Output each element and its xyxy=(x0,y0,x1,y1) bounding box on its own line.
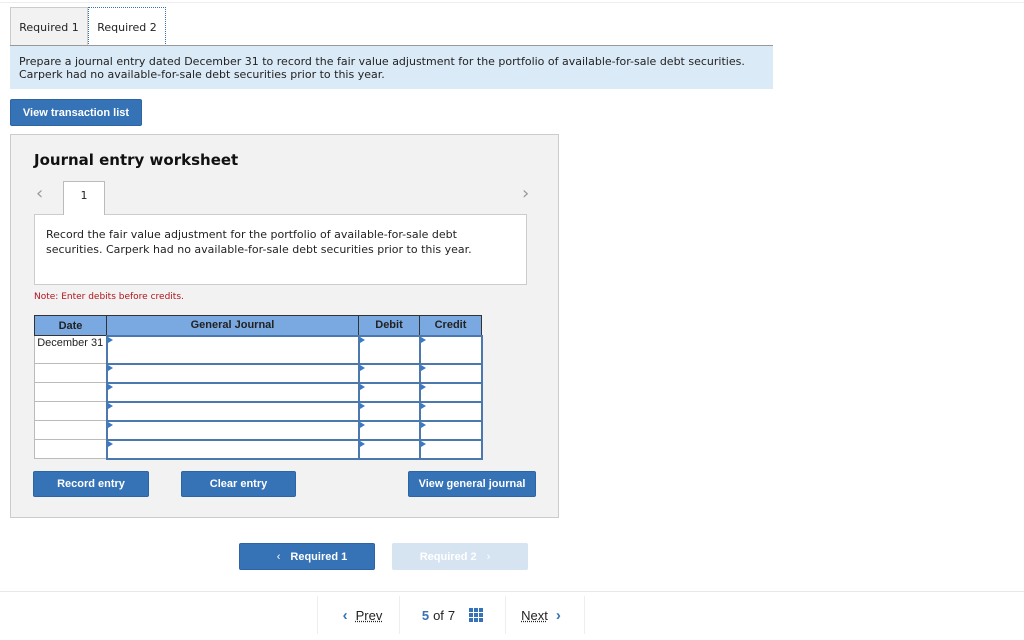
entry-tab-1[interactable]: 1 xyxy=(63,181,105,215)
journal-table: Date General Journal Debit Credit Decemb… xyxy=(34,315,483,460)
credit-input[interactable] xyxy=(418,334,483,365)
prev-required-button[interactable]: ‹ Required 1 xyxy=(239,543,375,570)
account-input[interactable] xyxy=(105,362,360,384)
table-row xyxy=(34,438,483,460)
debit-input[interactable] xyxy=(357,362,421,384)
entry-description: Record the fair value adjustment for the… xyxy=(34,214,527,285)
table-row xyxy=(34,400,483,422)
date-cell: December 31 xyxy=(34,335,107,364)
credit-input[interactable] xyxy=(418,400,483,422)
prev-label: Prev xyxy=(355,607,383,623)
account-input[interactable] xyxy=(105,438,360,460)
account-input[interactable] xyxy=(105,400,360,422)
debit-input[interactable] xyxy=(357,381,421,403)
of-label: of xyxy=(433,607,444,623)
current-page: 5 xyxy=(421,607,430,623)
next-page-button[interactable]: Next › xyxy=(505,596,585,634)
grid-icon[interactable] xyxy=(469,608,484,622)
credit-input[interactable] xyxy=(418,362,483,384)
date-cell xyxy=(34,382,107,402)
table-row xyxy=(34,362,483,384)
account-input[interactable] xyxy=(105,381,360,403)
table-row: December 31 xyxy=(34,334,483,365)
header-credit: Credit xyxy=(419,315,482,336)
table-row xyxy=(34,381,483,403)
chevron-right-icon: › xyxy=(486,550,491,563)
view-general-journal-button[interactable]: View general journal xyxy=(408,471,536,497)
page-count: 5 of 7 xyxy=(399,596,505,634)
date-cell xyxy=(34,420,107,440)
tab-required-1[interactable]: Required 1 xyxy=(10,7,88,46)
table-row xyxy=(34,419,483,441)
next-required-label: Required 2 xyxy=(419,550,477,563)
top-divider xyxy=(0,2,1024,3)
account-input[interactable] xyxy=(105,419,360,441)
credit-input[interactable] xyxy=(418,381,483,403)
clear-entry-button[interactable]: Clear entry xyxy=(181,471,296,497)
debit-input[interactable] xyxy=(357,419,421,441)
table-header-row: Date General Journal Debit Credit xyxy=(34,315,482,336)
requirement-tabs: Required 1 Required 2 xyxy=(10,7,166,46)
note-text: Note: Enter debits before credits. xyxy=(34,292,184,302)
prev-page-button[interactable]: ‹ Prev xyxy=(317,596,399,634)
view-transaction-list-button[interactable]: View transaction list xyxy=(10,99,142,126)
prev-required-label: Required 1 xyxy=(290,550,348,563)
instructions-banner: Prepare a journal entry dated December 3… xyxy=(10,46,773,89)
next-required-button: Required 2 › xyxy=(392,543,528,570)
date-cell xyxy=(34,439,107,459)
header-debit: Debit xyxy=(358,315,420,336)
chevron-right-icon[interactable]: › xyxy=(522,183,529,204)
chevron-left-icon: ‹ xyxy=(276,550,281,563)
chevron-left-icon[interactable]: ‹ xyxy=(36,183,43,204)
date-cell xyxy=(34,401,107,421)
footer-divider xyxy=(0,591,1024,592)
account-input[interactable] xyxy=(105,334,360,365)
journal-entry-worksheet: Journal entry worksheet ‹ › 1 Record the… xyxy=(10,134,559,518)
next-label: Next xyxy=(521,607,548,623)
header-date: Date xyxy=(34,315,107,336)
header-general-journal: General Journal xyxy=(106,315,359,336)
debit-input[interactable] xyxy=(357,334,421,365)
tab-required-2[interactable]: Required 2 xyxy=(88,7,166,46)
date-cell xyxy=(34,363,107,383)
total-pages: 7 xyxy=(447,607,456,623)
record-entry-button[interactable]: Record entry xyxy=(33,471,149,497)
debit-input[interactable] xyxy=(357,400,421,422)
credit-input[interactable] xyxy=(418,438,483,460)
worksheet-title: Journal entry worksheet xyxy=(34,151,239,169)
pagination: ‹ Prev 5 of 7 Next › xyxy=(317,596,585,634)
debit-input[interactable] xyxy=(357,438,421,460)
chevron-left-icon: ‹ xyxy=(342,606,348,624)
credit-input[interactable] xyxy=(418,419,483,441)
chevron-right-icon: › xyxy=(555,606,561,624)
